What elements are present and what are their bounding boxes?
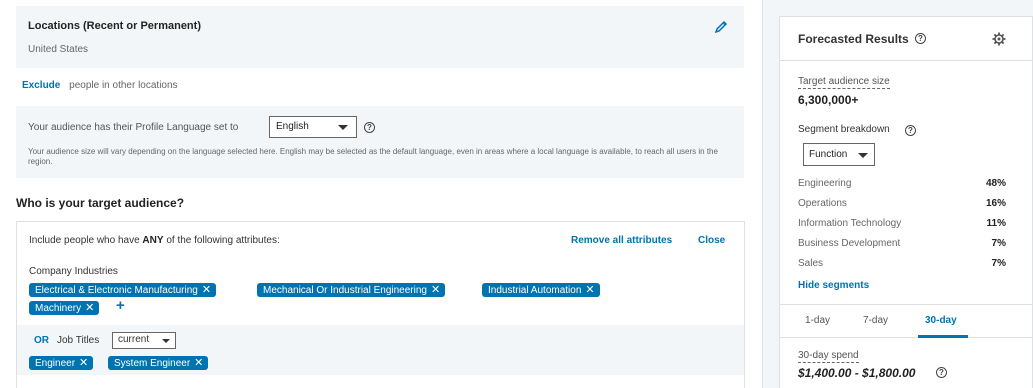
target-audience-size-value: 6,300,000+ [798,93,859,107]
remove-all-attributes-link[interactable]: Remove all attributes [571,235,672,246]
tag-label: System Engineer [114,358,191,369]
close-icon[interactable]: ✕ [85,302,94,314]
tab-1-day[interactable]: 1-day [805,315,830,326]
language-panel: Your audience has their Profile Language… [16,106,744,178]
exclude-text: people in other locations [69,80,178,91]
job-titles-mode-dropdown[interactable]: current [112,332,176,349]
job-titles-mode: current [118,334,150,345]
industry-tag[interactable]: Industrial Automation ✕ [482,283,600,297]
segment-dropdown[interactable]: Function [803,143,875,166]
company-industries-label: Company Industries [29,266,118,277]
spend-label: 30-day spend [798,350,859,363]
close-icon[interactable]: ✕ [194,357,203,369]
or-label: OR [34,335,49,346]
active-tab-indicator [918,335,968,338]
hide-segments-link[interactable]: Hide segments [798,280,869,291]
help-icon[interactable]: ? [364,122,375,133]
tab-30-day[interactable]: 30-day [925,315,957,326]
job-titles-label: Job Titles [57,335,100,346]
segment-row: Information Technology 11% [798,218,1006,229]
targeting-main: Locations (Recent or Permanent) United S… [0,0,762,388]
forecast-header: Forecasted Results ? [780,17,1032,61]
job-title-tag[interactable]: System Engineer ✕ [108,356,209,370]
spend-value: $1,400.00 - $1,800.00 [798,366,916,380]
industry-tag[interactable]: Electrical & Electronic Manufacturing ✕ [29,283,217,297]
include-prefix: Include people who have [29,235,140,246]
forecast-sidebar: Forecasted Results ? Target audience siz… [763,0,1033,388]
language-selected: English [276,121,309,132]
segment-breakdown-label: Segment breakdown [798,124,890,135]
tag-label: Machinery [35,303,82,314]
add-industry-icon[interactable]: + [116,298,125,313]
pencil-icon[interactable] [714,20,728,34]
forecast-title: Forecasted Results [798,32,909,46]
spend-period-tabs: 1-day 7-day 30-day [780,304,1032,338]
tab-7-day[interactable]: 7-day [863,315,888,326]
include-any: ANY [142,235,164,246]
exclude-link[interactable]: Exclude [22,80,60,91]
help-icon[interactable]: ? [905,125,916,136]
industry-tag[interactable]: Mechanical Or Industrial Engineering ✕ [257,283,446,297]
segment-name: Engineering [798,178,852,189]
close-icon[interactable]: ✕ [79,357,88,369]
segment-row: Engineering 48% [798,178,1006,189]
attributes-panel: Include people who have ANY of the follo… [16,221,745,388]
close-icon[interactable]: ✕ [585,284,594,296]
segment-name: Business Development [798,238,901,249]
segment-pct: 7% [991,238,1006,249]
job-title-tag[interactable]: Engineer ✕ [29,356,94,370]
help-icon[interactable]: ? [936,367,947,378]
close-icon[interactable]: ✕ [202,284,211,296]
segment-pct: 7% [991,258,1006,269]
segment-row: Business Development 7% [798,238,1006,249]
segment-pct: 16% [985,198,1006,209]
segment-selected: Function [809,149,848,160]
gear-icon[interactable] [992,32,1006,46]
or-job-titles-row: OR Job Titles current Engineer ✕ System E… [17,325,744,375]
segment-pct: 11% [986,218,1006,229]
segment-row: Operations 16% [798,198,1006,209]
caret-down-icon [858,153,868,158]
tag-label: Industrial Automation [488,285,582,296]
audience-heading: Who is your target audience? [16,196,185,210]
target-audience-size-label: Target audience size [798,76,890,89]
tag-label: Engineer [35,358,76,369]
segment-name: Operations [798,198,847,209]
caret-down-icon [162,339,170,343]
segment-row: Sales 7% [798,258,1006,269]
segment-pct: 48% [985,178,1006,189]
include-suffix: of the following attributes: [166,235,280,246]
close-link[interactable]: Close [698,235,725,246]
segment-name: Sales [798,258,824,269]
tag-label: Electrical & Electronic Manufacturing [35,285,198,296]
language-note: Your audience size will vary depending o… [28,147,718,166]
locations-value: United States [28,44,89,55]
locations-panel: Locations (Recent or Permanent) United S… [16,6,744,68]
segment-name: Information Technology [798,218,902,229]
forecast-card: Forecasted Results ? Target audience siz… [779,16,1033,388]
help-icon[interactable]: ? [915,33,926,44]
industry-tag[interactable]: Machinery ✕ [29,301,100,315]
close-icon[interactable]: ✕ [431,284,440,296]
locations-title: Locations (Recent or Permanent) [28,20,201,32]
include-text: Include people who have ANY of the follo… [29,235,280,246]
exclude-row: Exclude people in other locations [22,80,178,91]
tag-label: Mechanical Or Industrial Engineering [263,285,427,296]
language-dropdown[interactable]: English [269,116,357,138]
language-label: Your audience has their Profile Language… [28,122,239,133]
caret-down-icon [338,125,348,130]
